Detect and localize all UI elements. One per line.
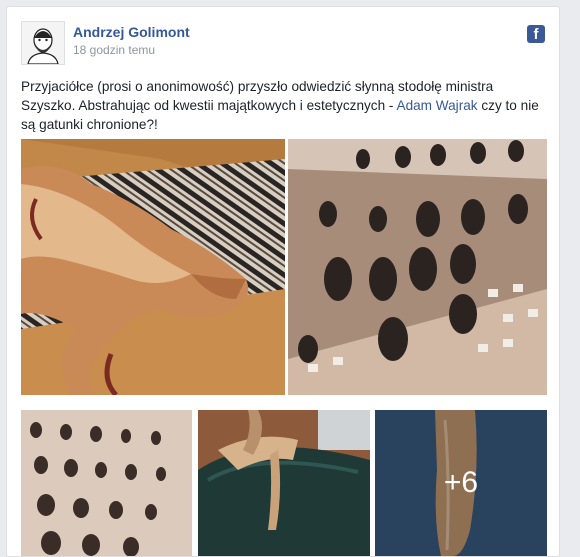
photo-beetle-collection-image [288,139,547,395]
photo-grid: +6 [21,139,547,556]
photo-fox-pelt-image [21,139,285,395]
avatar[interactable] [21,21,65,65]
photo-more[interactable]: +6 [375,410,547,556]
photo-pelt-on-chair-image [198,410,370,556]
post-header: Andrzej Golimont 18 godzin temu f [21,21,545,65]
photo-insect-rows[interactable] [21,410,192,556]
post-timestamp[interactable]: 18 godzin temu [73,43,155,57]
author-name[interactable]: Andrzej Golimont [73,24,190,40]
mention-link[interactable]: Adam Wajrak [397,98,478,113]
post-card: Andrzej Golimont 18 godzin temu f Przyja… [6,6,560,557]
photo-beetle-collection[interactable] [288,139,547,395]
photo-fox-pelt[interactable] [21,139,285,395]
facebook-icon[interactable]: f [527,25,545,43]
avatar-portrait-icon [22,22,64,64]
more-photos-count: +6 [443,466,479,499]
photo-pelt-on-chair[interactable] [198,410,370,556]
photo-insect-rows-image [21,410,192,556]
more-photos-overlay[interactable]: +6 [375,410,547,556]
post-text: Przyjaciółce (prosi o anonimowość) przys… [21,77,541,134]
